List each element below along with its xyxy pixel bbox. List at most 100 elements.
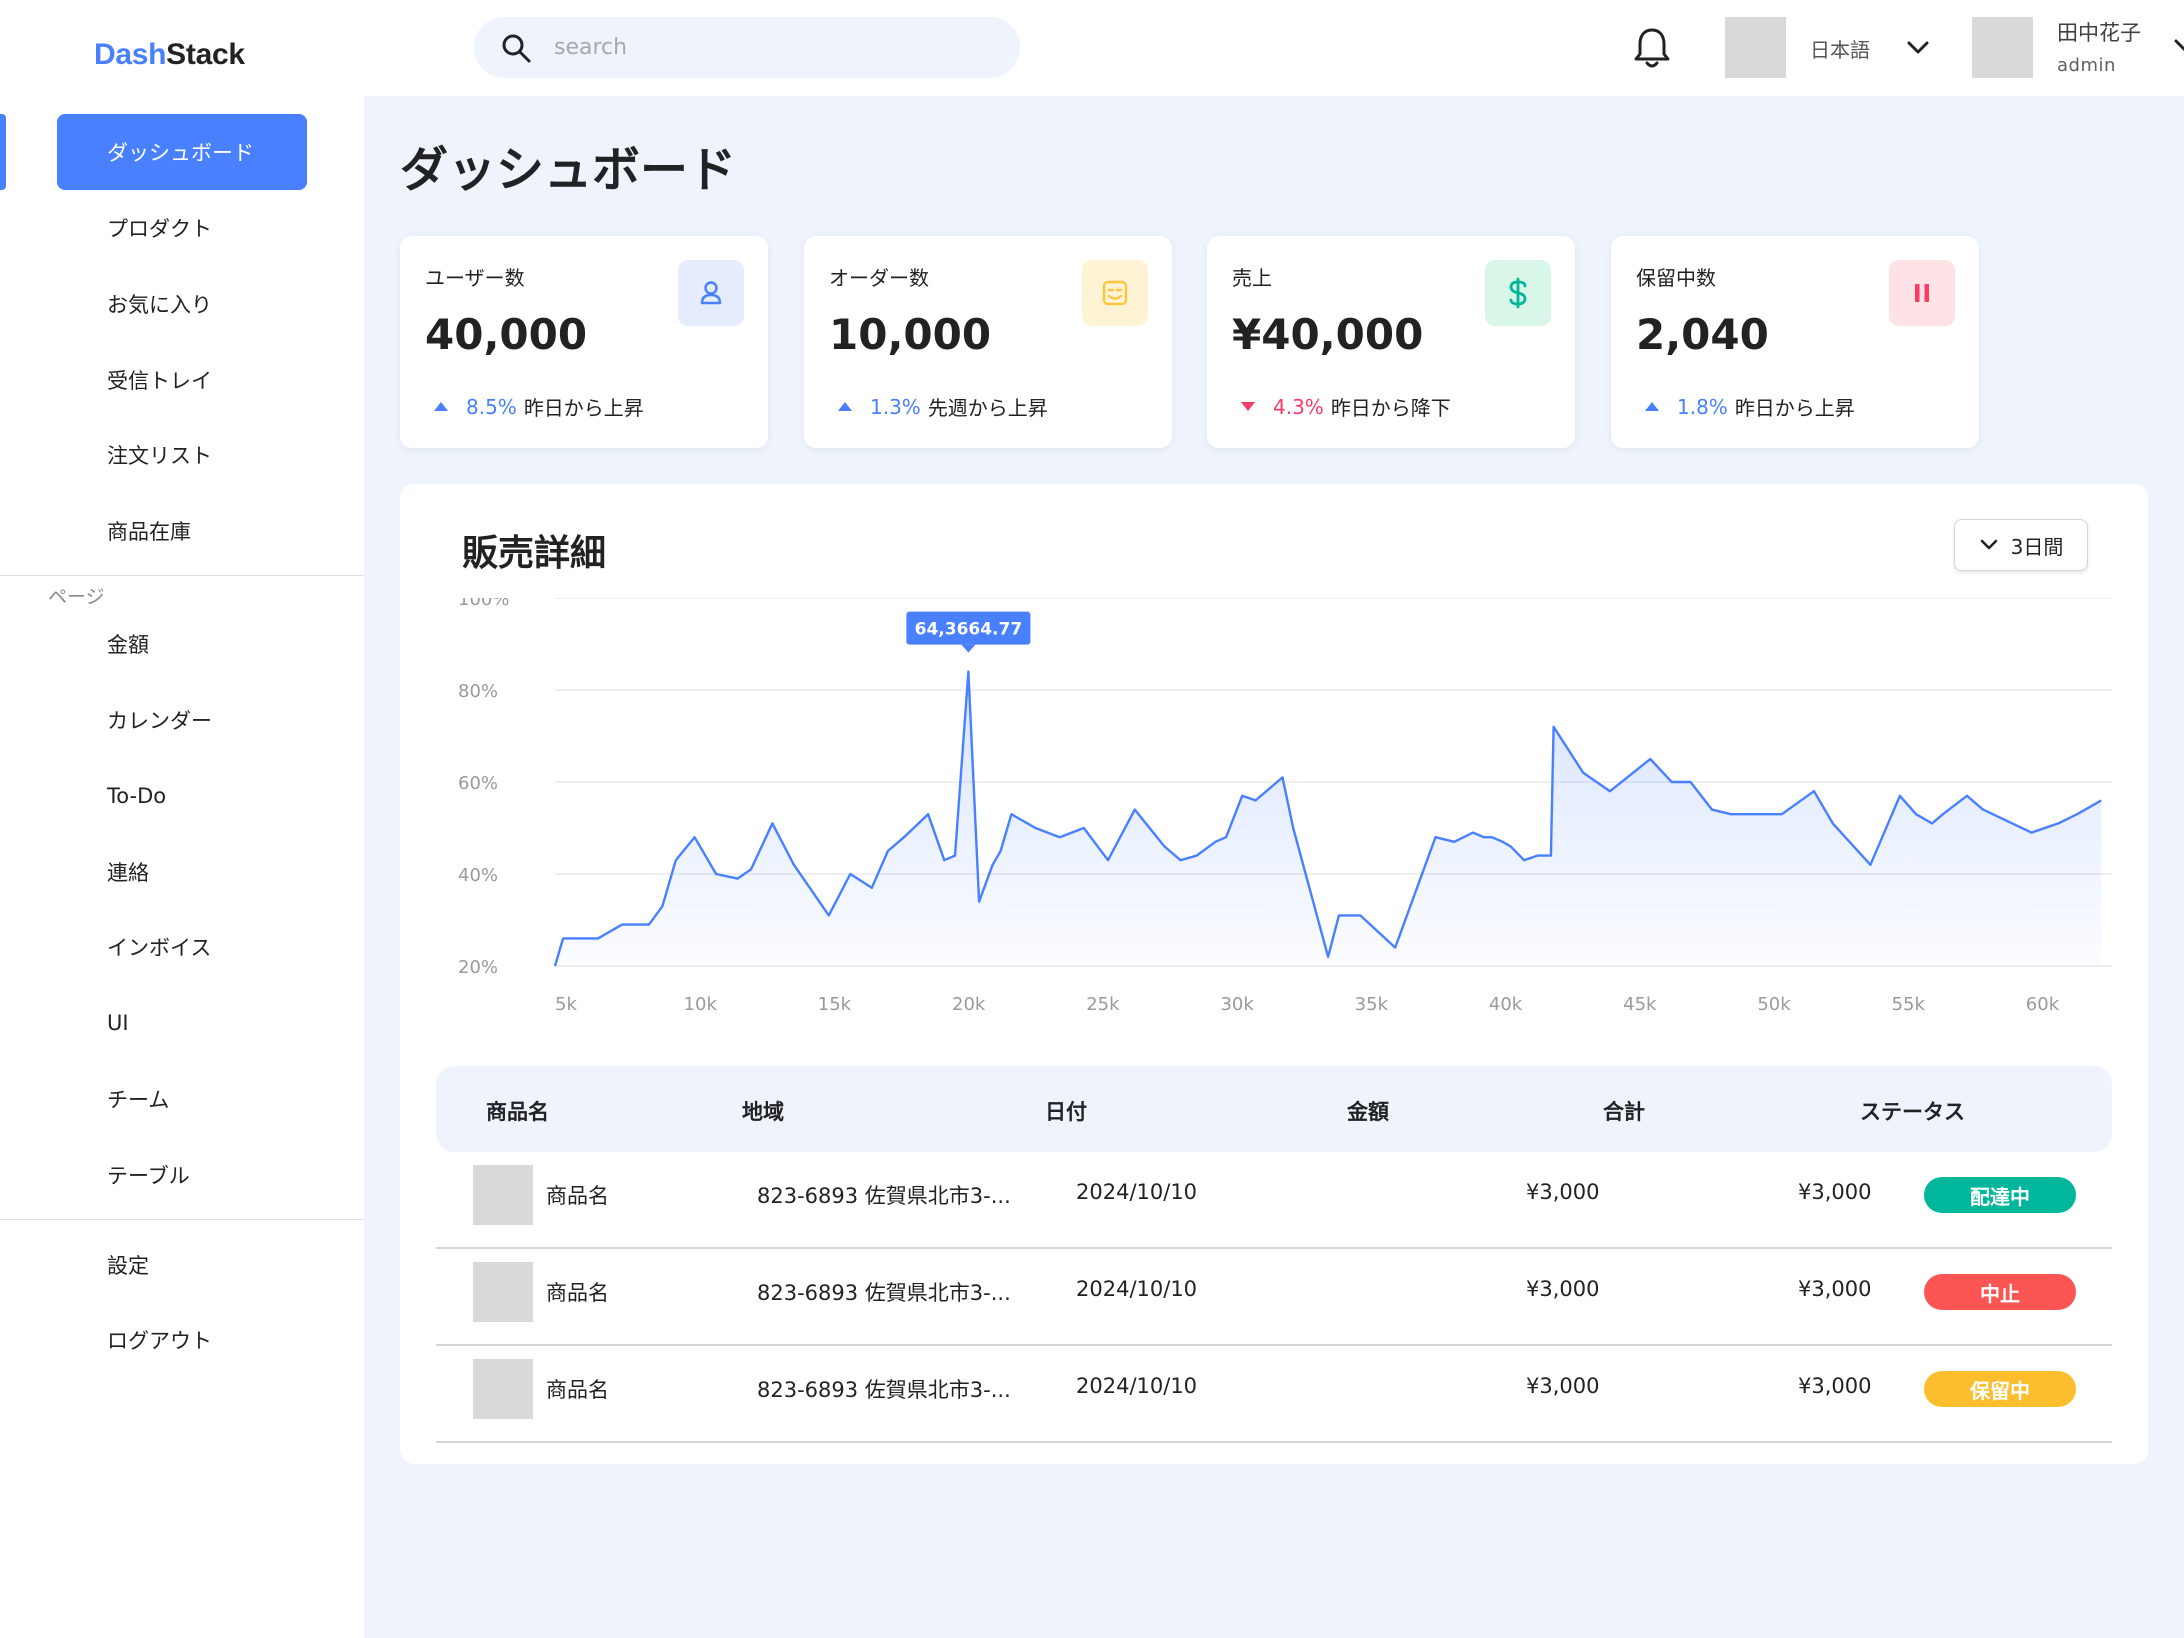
table-row[interactable]: 商品名 823-6893 佐賀県北市3-... 2024/10/10 ¥3,00… bbox=[436, 1249, 2112, 1346]
trend-percent: 1.3% bbox=[870, 394, 921, 419]
user-name: 田中花子 bbox=[2057, 21, 2141, 45]
stat-trend: 1.3% 先週から上昇 bbox=[838, 392, 1048, 421]
sidebar-item-favorites[interactable]: お気に入り bbox=[57, 266, 307, 342]
search-bar[interactable] bbox=[474, 17, 1020, 78]
sidebar-item-logout[interactable]: ログアウト bbox=[57, 1302, 307, 1378]
sidebar-item-calendar[interactable]: カレンダー bbox=[57, 682, 307, 758]
chart-tooltip-value: 64,3664.77 bbox=[915, 620, 1023, 640]
sidebar-item-team[interactable]: チーム bbox=[57, 1061, 307, 1137]
product-total: ¥3,000 bbox=[1798, 1180, 1872, 1204]
product-name: 商品名 bbox=[546, 1378, 609, 1402]
sidebar-item-products[interactable]: プロダクト bbox=[57, 190, 307, 266]
column-header-total[interactable]: 合計 bbox=[1603, 1096, 1645, 1126]
sidebar-item-amount[interactable]: 金額 bbox=[57, 606, 307, 682]
x-tick-label: 35k bbox=[1355, 994, 1389, 1014]
product-date: 2024/10/10 bbox=[1076, 1180, 1198, 1204]
sidebar-divider bbox=[0, 1219, 364, 1220]
language-label[interactable]: 日本語 bbox=[1810, 34, 1870, 63]
product-thumbnail bbox=[473, 1359, 533, 1419]
y-tick-label: 20% bbox=[458, 957, 498, 978]
status-badge: 保留中 bbox=[1924, 1371, 2076, 1407]
trend-up-icon bbox=[838, 402, 852, 411]
language-flag[interactable] bbox=[1725, 17, 1786, 78]
brand-logo[interactable]: DashStack bbox=[94, 38, 245, 72]
column-header-product[interactable]: 商品名 bbox=[486, 1096, 549, 1126]
sidebar-item-order-list[interactable]: 注文リスト bbox=[57, 417, 307, 493]
y-tick-label: 80% bbox=[458, 681, 498, 702]
range-dropdown[interactable]: 3日間 bbox=[1954, 519, 2088, 571]
sidebar-item-inbox[interactable]: 受信トレイ bbox=[57, 342, 307, 418]
product-amount: ¥3,000 bbox=[1526, 1277, 1600, 1301]
sales-details-panel: 販売詳細 3日間 20% 40% 60% 80% 100% 5k 10k 15k 20k 25k… bbox=[400, 484, 2148, 1464]
stat-trend: 4.3% 昨日から降下 bbox=[1241, 392, 1451, 421]
sidebar-item-table[interactable]: テーブル bbox=[57, 1137, 307, 1213]
stat-card-users: ユーザー数 40,000 8.5% 昨日から上昇 bbox=[400, 236, 768, 448]
product-amount: ¥3,000 bbox=[1526, 1374, 1600, 1398]
trend-percent: 1.8% bbox=[1677, 394, 1728, 419]
sidebar-item-stock[interactable]: 商品在庫 bbox=[57, 493, 307, 569]
y-tick-label: 60% bbox=[458, 773, 498, 794]
sidebar-item-dashboard[interactable]: ダッシュボード bbox=[57, 114, 307, 190]
sales-chart-svg: 20% 40% 60% 80% 100% 5k 10k 15k 20k 25k 30k 35k 40k… bbox=[458, 598, 2112, 1014]
x-tick-label: 25k bbox=[1086, 994, 1120, 1014]
stat-value: 2,040 bbox=[1636, 310, 1769, 359]
sidebar: DashStack ダッシュボード プロダクト お気に入り 受信トレイ 注文リス… bbox=[0, 0, 364, 1638]
sidebar-item-todo[interactable]: To-Do bbox=[57, 758, 307, 834]
product-date: 2024/10/10 bbox=[1076, 1277, 1198, 1301]
chevron-down-icon[interactable] bbox=[2172, 32, 2184, 58]
sidebar-item-contact[interactable]: 連絡 bbox=[57, 834, 307, 910]
page-title: ダッシュボード bbox=[400, 142, 737, 198]
product-total: ¥3,000 bbox=[1798, 1277, 1872, 1301]
stat-label: 売上 bbox=[1232, 266, 1272, 290]
sidebar-divider bbox=[0, 575, 364, 576]
stat-card-pending: 保留中数 2,040 1.8% 昨日から上昇 bbox=[1611, 236, 1979, 448]
x-tick-label: 20k bbox=[952, 994, 986, 1014]
product-date: 2024/10/10 bbox=[1076, 1374, 1198, 1398]
stat-label: 保留中数 bbox=[1636, 266, 1716, 290]
trend-up-icon bbox=[1645, 402, 1659, 411]
product-amount: ¥3,000 bbox=[1526, 1180, 1600, 1204]
y-tick-label: 100% bbox=[458, 598, 509, 610]
x-tick-label: 15k bbox=[818, 994, 852, 1014]
brand-logo-part2: Stack bbox=[166, 38, 245, 71]
x-tick-label: 50k bbox=[1757, 994, 1791, 1014]
column-header-status[interactable]: ステータス bbox=[1860, 1096, 1965, 1126]
search-input[interactable] bbox=[554, 35, 994, 60]
chevron-down-icon[interactable] bbox=[1905, 34, 1931, 60]
product-name: 商品名 bbox=[546, 1184, 609, 1208]
pause-icon bbox=[1889, 260, 1955, 326]
stat-label: ユーザー数 bbox=[425, 266, 525, 290]
sidebar-item-ui[interactable]: UI bbox=[57, 985, 307, 1061]
stat-value: ¥40,000 bbox=[1232, 310, 1424, 359]
status-badge: 中止 bbox=[1924, 1274, 2076, 1310]
user-icon bbox=[678, 260, 744, 326]
bell-icon[interactable] bbox=[1632, 26, 1672, 70]
box-icon bbox=[1082, 260, 1148, 326]
x-tick-label: 10k bbox=[684, 994, 718, 1014]
table-row[interactable]: 商品名 823-6893 佐賀県北市3-... 2024/10/10 ¥3,00… bbox=[436, 1152, 2112, 1249]
chevron-down-icon bbox=[1980, 539, 1997, 550]
stat-value: 10,000 bbox=[829, 310, 992, 359]
x-tick-label: 40k bbox=[1489, 994, 1523, 1014]
table-row[interactable]: 商品名 823-6893 佐賀県北市3-... 2024/10/10 ¥3,00… bbox=[436, 1346, 2112, 1443]
product-name: 商品名 bbox=[546, 1281, 609, 1305]
sidebar-item-settings[interactable]: 設定 bbox=[57, 1227, 307, 1303]
avatar[interactable] bbox=[1972, 17, 2033, 78]
column-header-amount[interactable]: 金額 bbox=[1347, 1096, 1389, 1126]
trend-down-icon bbox=[1241, 402, 1255, 411]
sidebar-section-pages: ページ bbox=[48, 586, 105, 608]
y-tick-label: 40% bbox=[458, 865, 498, 886]
trend-text: 昨日から降下 bbox=[1330, 396, 1451, 420]
column-header-region[interactable]: 地域 bbox=[742, 1096, 784, 1126]
stat-card-sales: 売上 ¥40,000 4.3% 昨日から降下 bbox=[1207, 236, 1575, 448]
stat-value: 40,000 bbox=[425, 310, 588, 359]
stat-trend: 8.5% 昨日から上昇 bbox=[434, 392, 644, 421]
x-tick-label: 45k bbox=[1623, 994, 1657, 1014]
sales-chart: 20% 40% 60% 80% 100% 5k 10k 15k 20k 25k 30k 35k 40k… bbox=[400, 598, 2148, 1014]
column-header-date[interactable]: 日付 bbox=[1045, 1096, 1087, 1126]
x-tick-label: 55k bbox=[1892, 994, 1926, 1014]
stat-label: オーダー数 bbox=[829, 266, 929, 290]
product-region: 823-6893 佐賀県北市3-... bbox=[757, 1184, 1011, 1208]
sidebar-item-invoice[interactable]: インボイス bbox=[57, 909, 307, 985]
status-badge: 配達中 bbox=[1924, 1177, 2076, 1213]
